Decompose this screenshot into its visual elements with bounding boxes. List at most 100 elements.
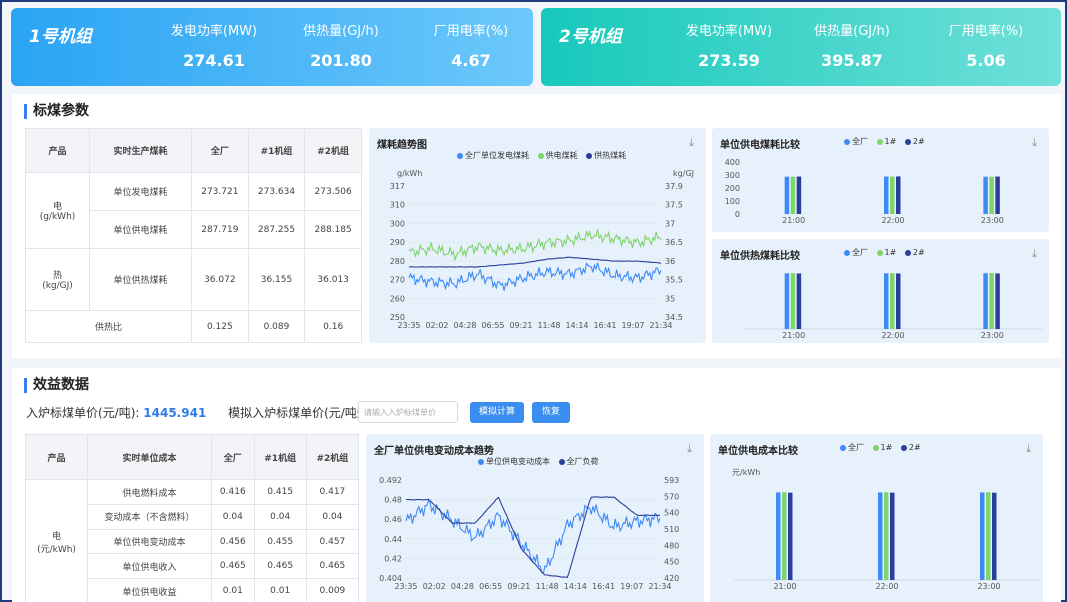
- x-tick-label: 04:28: [451, 582, 474, 591]
- cell-value: 288.185: [304, 210, 362, 249]
- unit2-card: 2号机组 发电功率(MW) 273.59 供热量(GJ/h) 395.87 厂用电率…: [541, 8, 1061, 86]
- bar: [788, 492, 793, 580]
- unit2-power: 发电功率(MW) 273.59: [664, 20, 794, 70]
- x-tick-label: 16:41: [592, 582, 615, 591]
- x-tick-label: 16:41: [593, 321, 616, 330]
- x-tick-label: 11:48: [537, 321, 560, 330]
- unit1-power-value: 274.61: [183, 51, 245, 70]
- bar: [784, 273, 790, 329]
- x-tick-label: 23:35: [397, 321, 420, 330]
- table-row: 供热比 0.125 0.089 0.16: [25, 310, 362, 343]
- series-line: [408, 229, 662, 262]
- unit1-name: 1号机组: [29, 27, 92, 47]
- bar: [796, 273, 802, 329]
- y2-tick-label: 570: [664, 492, 679, 501]
- heat-coal-compare-chart: 单位供热煤耗比较 ⤓ 全厂 1# 2# 21:00 22:00 23:00: [712, 239, 1049, 343]
- unit2-aux: 厂用电率(%) 5.06: [921, 20, 1051, 70]
- y-tick-label: 0.42: [384, 554, 402, 563]
- unit2-power-label: 发电功率(MW): [685, 24, 773, 39]
- unit2-heat-label: 供热量(GJ/h): [814, 24, 890, 39]
- benefit-table: 产品 实时单位成本 全厂 #1机组 #2机组 电 (元/kWh) 供电燃料成本 0…: [25, 433, 360, 602]
- x-tick-label: 22:00: [881, 331, 904, 340]
- y2-tick-label: 35: [665, 294, 675, 303]
- cell-value: 0.089: [247, 310, 306, 343]
- benefit-elec-cell: 电 (元/kWh): [25, 479, 88, 602]
- cell-value: 0.465: [253, 553, 307, 580]
- cell-value: 0.417: [305, 479, 360, 506]
- y2-tick-label: 593: [664, 476, 679, 485]
- coal-elec-label: 电: [52, 202, 62, 212]
- cell-value: 36.155: [247, 248, 306, 311]
- unit1-heat: 供热量(GJ/h) 201.80: [276, 20, 406, 70]
- cell-value: 0.465: [305, 553, 360, 580]
- row-label: 供热比: [25, 310, 192, 343]
- row-label: 单位供热煤耗: [89, 248, 192, 311]
- supply-coal-compare-chart: 单位供电煤耗比较 ⤓ 全厂 1# 2# 0 100 200 300 400 21:00 22…: [712, 128, 1049, 232]
- bar: [890, 176, 895, 214]
- coal-elec-cell: 电 (g/kWh): [25, 172, 90, 249]
- reset-button[interactable]: 恢复: [532, 402, 570, 423]
- coal-heat-unit: (kg/GJ): [42, 281, 73, 291]
- y-tick-label: 400: [725, 158, 740, 167]
- bar: [784, 176, 790, 214]
- row-label: 单位供电收入: [87, 553, 212, 580]
- bar: [989, 273, 994, 329]
- coal-elec-unit: (g/kWh): [39, 212, 76, 222]
- y2-tick-label: 450: [664, 558, 679, 567]
- y-tick-label: 317: [390, 182, 405, 191]
- unit2-heat-value: 395.87: [821, 51, 883, 70]
- cost-trend-chart: 全厂单位供电变动成本趋势 ⤓ 单位供电变动成本 全厂负荷 0.492 0.48 0.…: [366, 434, 704, 602]
- table-row: 热 (kg/GJ) 单位供热煤耗 36.072 36.155 36.013: [25, 248, 362, 311]
- bar: [884, 176, 889, 214]
- y2-tick-label: 37: [665, 219, 675, 228]
- bar: [890, 273, 895, 329]
- bar: [995, 273, 1000, 329]
- y-tick-label: 0.492: [379, 476, 402, 485]
- coal-th-product: 产品: [25, 128, 90, 173]
- simulate-button[interactable]: 模拟计算: [470, 402, 524, 423]
- price-row: 入炉标煤单价(元/吨): 1445.941 模拟入炉标煤单价(元/吨煤价):: [26, 404, 390, 421]
- bar: [796, 176, 802, 214]
- y-tick-label: 300: [390, 219, 405, 228]
- heat-compare-plot: 21:00 22:00 23:00: [744, 273, 1042, 340]
- x-tick-label: 23:00: [981, 216, 1004, 225]
- bar: [989, 176, 994, 214]
- coal-th-unit1: #1机组: [247, 128, 306, 173]
- x-tick-label: 21:34: [649, 321, 672, 330]
- sim-price-input[interactable]: 请输入入炉标煤单价: [358, 401, 458, 423]
- y2-tick-label: 36.5: [665, 238, 683, 247]
- cell-value: 287.719: [191, 210, 249, 249]
- x-tick-label: 23:00: [977, 582, 1000, 591]
- y-tick-label: 200: [725, 184, 740, 193]
- coal-panel: 标煤参数 产品 实时生产煤耗 全厂 #1机组 #2机组 电 (g/kWh) 单位发…: [12, 94, 1061, 358]
- bar: [980, 492, 985, 580]
- cost-compare-plot: 21:00 22:00 23:00: [734, 492, 1040, 591]
- cell-value: 36.072: [191, 248, 249, 311]
- coal-trend-plot: 31731030029028027026025037.937.53736.536…: [390, 182, 683, 330]
- bar: [776, 492, 781, 580]
- benefit-th-unit2: #2机组: [305, 433, 360, 481]
- y-tick-label: 290: [390, 238, 405, 247]
- bar: [983, 176, 988, 214]
- coal-th-unit2: #2机组: [304, 128, 362, 173]
- y-tick-label: 0.48: [384, 496, 402, 505]
- price-value: 1445.941: [143, 406, 207, 420]
- unit2-power-value: 273.59: [698, 51, 760, 70]
- row-label: 单位供电煤耗: [89, 210, 192, 249]
- cell-value: 0.416: [211, 479, 255, 506]
- coal-section-title: 标煤参数: [24, 104, 89, 119]
- bar: [992, 492, 997, 580]
- x-tick-label: 09:21: [509, 321, 532, 330]
- unit1-aux-value: 4.67: [451, 51, 491, 70]
- x-tick-label: 22:00: [881, 216, 904, 225]
- table-row: 电 (元/kWh) 供电燃料成本 0.416 0.415 0.417: [25, 479, 360, 602]
- unit2-name: 2号机组: [559, 27, 622, 47]
- coal-heat-label: 热: [52, 271, 62, 281]
- coal-th-plant: 全厂: [191, 128, 249, 173]
- bar: [983, 273, 988, 329]
- bar: [790, 273, 796, 329]
- x-tick-label: 23:35: [394, 582, 417, 591]
- row-label: 单位供电收益: [87, 578, 212, 602]
- cell-value: 0.455: [253, 528, 307, 555]
- bar: [878, 492, 883, 580]
